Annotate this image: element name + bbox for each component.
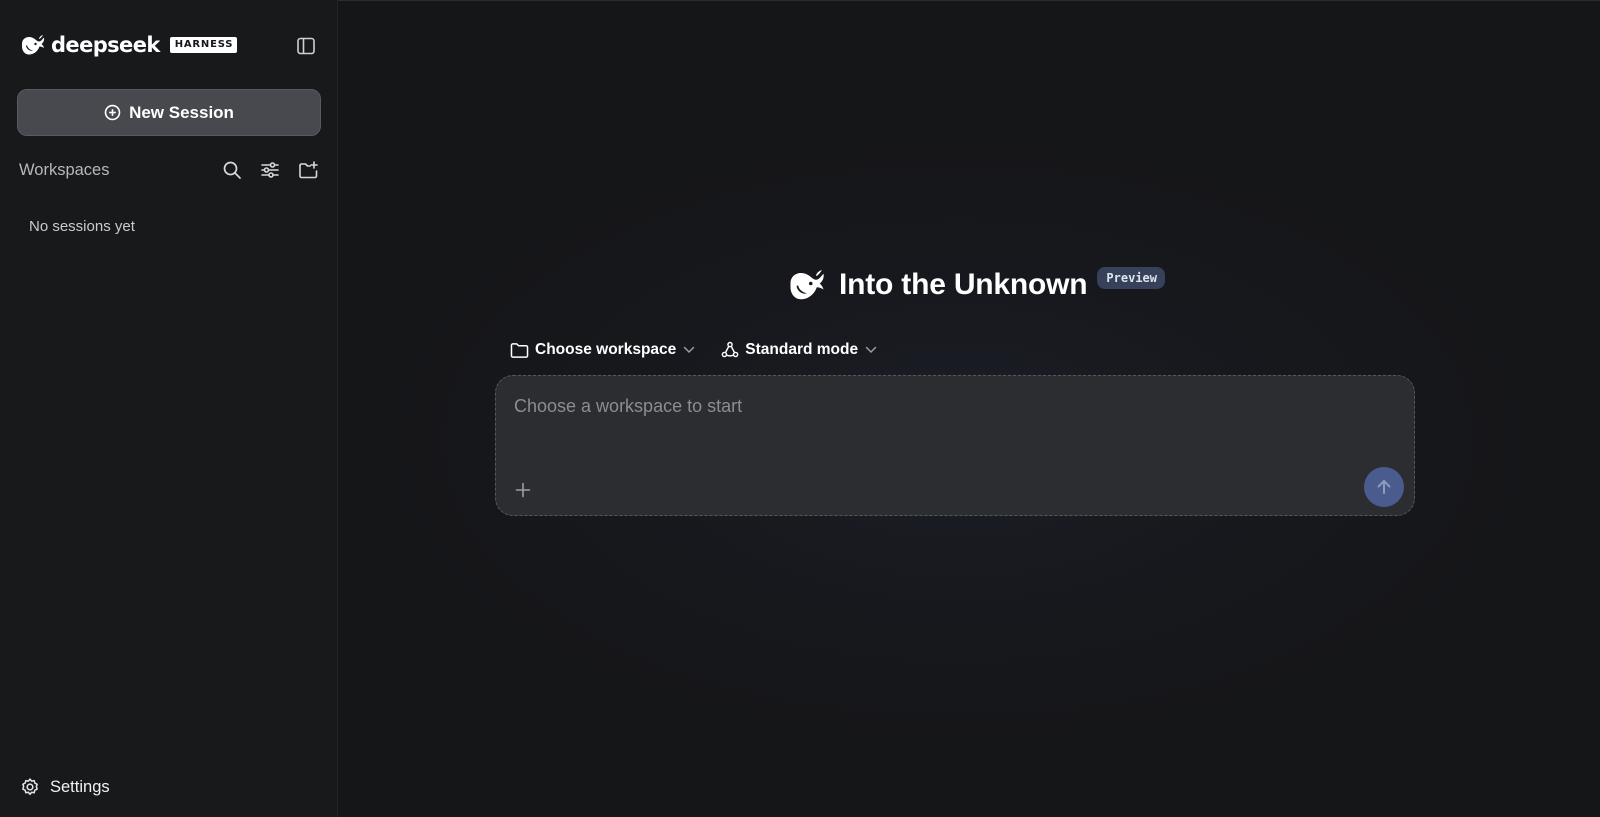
- new-session-button[interactable]: New Session: [17, 89, 321, 136]
- new-session-label: New Session: [129, 102, 234, 122]
- message-input[interactable]: [514, 396, 1374, 417]
- mode-selector-label: Standard mode: [745, 341, 859, 358]
- brand-name: deepseek: [51, 32, 160, 57]
- workspaces-label: Workspaces: [19, 160, 110, 179]
- arrow-up-icon: [1377, 480, 1391, 494]
- message-composer: [495, 375, 1415, 516]
- chevron-down-icon: [865, 346, 877, 354]
- sidebar-toggle-button[interactable]: [294, 34, 318, 58]
- plus-circle-icon: [104, 104, 121, 121]
- brand-badge: HARNESS: [169, 37, 238, 53]
- send-button[interactable]: [1364, 467, 1404, 507]
- settings-button[interactable]: Settings: [20, 774, 110, 800]
- sidebar: deepseek HARNESS New Session Workspaces: [0, 0, 338, 817]
- settings-label: Settings: [50, 777, 110, 796]
- whale-logo-icon: [22, 35, 45, 55]
- folder-icon: [510, 342, 529, 358]
- mode-selector[interactable]: Standard mode: [721, 341, 877, 359]
- empty-sessions-text: No sessions yet: [29, 218, 135, 235]
- filter-button[interactable]: [257, 157, 283, 183]
- chevron-down-icon: [684, 346, 695, 354]
- gear-icon: [22, 778, 38, 795]
- workspace-selector[interactable]: Choose workspace: [510, 341, 695, 359]
- workspace-selector-label: Choose workspace: [535, 341, 677, 358]
- whale-logo-icon: [790, 270, 824, 300]
- plus-icon: [515, 482, 531, 498]
- brand: deepseek HARNESS: [19, 32, 238, 58]
- attach-button[interactable]: [508, 475, 538, 505]
- composer-selectors: Choose workspace Standard mode: [510, 338, 903, 362]
- main-area: Into the Unknown Preview Choose workspac…: [338, 0, 1600, 817]
- workspaces-header: Workspaces: [19, 156, 321, 184]
- app-window: deepseek HARNESS New Session Workspaces: [0, 0, 1600, 817]
- preview-badge: Preview: [1097, 267, 1165, 289]
- page-title: Into the Unknown: [838, 268, 1088, 301]
- search-icon: [223, 161, 241, 179]
- search-button[interactable]: [219, 157, 245, 183]
- hero-heading: Into the Unknown Preview: [338, 263, 1600, 307]
- sidebar-toggle-icon: [297, 37, 315, 55]
- new-folder-icon: [298, 161, 318, 179]
- mode-network-icon: [721, 341, 739, 358]
- new-workspace-button[interactable]: [295, 157, 321, 183]
- filter-sliders-icon: [261, 162, 279, 178]
